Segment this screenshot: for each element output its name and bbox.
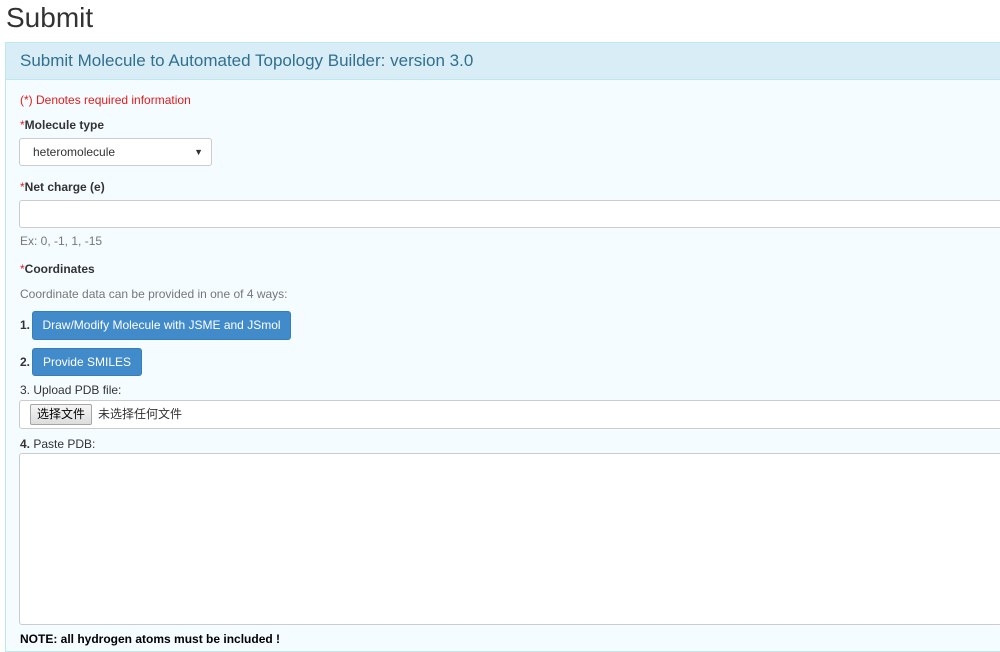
- coordinates-label-text: Coordinates: [24, 262, 95, 276]
- upload-pdb-label: 3. Upload PDB file:: [20, 383, 122, 397]
- coordinates-label: *Coordinates: [20, 262, 95, 276]
- paste-pdb-label: 4. Paste PDB:: [20, 437, 95, 451]
- file-status: 未选择任何文件: [98, 407, 183, 421]
- chevron-down-icon: ▼: [194, 147, 203, 157]
- paste-pdb-textarea[interactable]: [19, 453, 1000, 625]
- upload-pdb-file-input: 选择文件 未选择任何文件: [19, 400, 1000, 429]
- molecule-type-selected: heteromolecule: [33, 145, 116, 159]
- molecule-type-select[interactable]: heteromolecule ▼: [19, 138, 212, 166]
- option-2-number: 2.: [20, 355, 31, 369]
- net-charge-label-text: Net charge (e): [24, 180, 105, 194]
- required-note: (*) Denotes required information: [20, 93, 191, 107]
- provide-smiles-button[interactable]: Provide SMILES: [32, 348, 142, 376]
- submit-panel: Submit Molecule to Automated Topology Bu…: [5, 42, 1000, 652]
- net-charge-hint: Ex: 0, -1, 1, -15: [20, 234, 103, 248]
- molecule-type-label: *Molecule type: [20, 118, 104, 132]
- page-title: Submit: [6, 2, 94, 33]
- molecule-type-label-text: Molecule type: [24, 118, 105, 132]
- panel-heading: Submit Molecule to Automated Topology Bu…: [6, 43, 1000, 80]
- net-charge-label: *Net charge (e): [20, 180, 105, 194]
- net-charge-input[interactable]: [19, 200, 1000, 228]
- draw-molecule-button[interactable]: Draw/Modify Molecule with JSME and JSmol: [32, 311, 291, 340]
- option-1-number: 1.: [20, 318, 31, 332]
- paste-pdb-label-text: Paste PDB:: [33, 437, 96, 451]
- option-4-number: 4.: [20, 437, 31, 451]
- coordinates-hint: Coordinate data can be provided in one o…: [20, 287, 288, 301]
- choose-file-button[interactable]: 选择文件: [30, 404, 93, 425]
